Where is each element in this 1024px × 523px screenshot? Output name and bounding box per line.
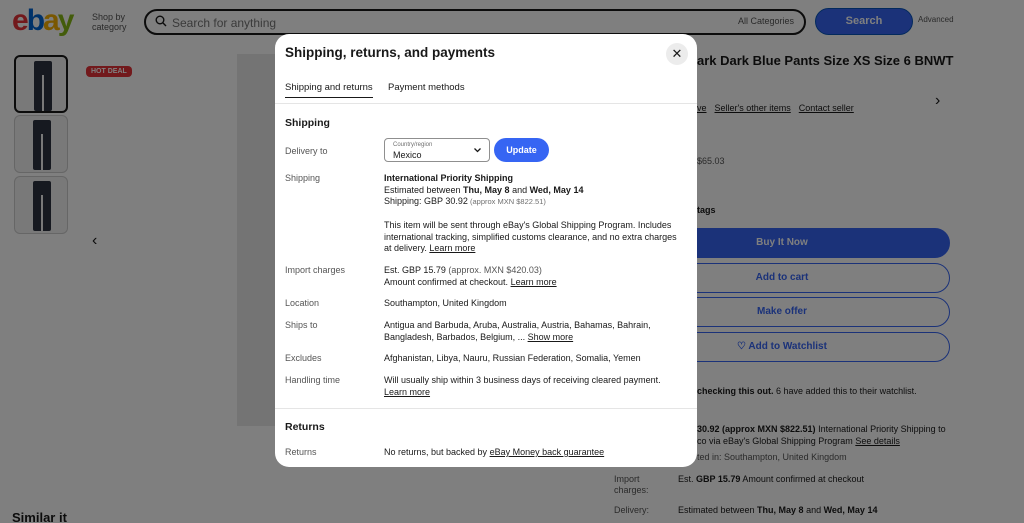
country-select-label: Country/region [393,142,433,148]
tab-shipping-and-returns[interactable]: Shipping and returns [285,82,373,98]
excludes-value: Afghanistan, Libya, Nauru, Russian Feder… [384,353,641,363]
location-label: Location [285,298,320,308]
shipping-heading: Shipping [285,117,330,129]
handling-time-label: Handling time [285,375,341,385]
update-button[interactable]: Update [494,138,549,162]
close-button[interactable]: ✕ [666,43,688,65]
returns-label: Returns [285,447,317,457]
close-icon: ✕ [671,46,683,61]
shipping-service: International Priority Shipping [384,173,514,183]
shipping-modal: Shipping, returns, and payments ✕ Shippi… [275,34,697,467]
learn-more-link[interactable]: Learn more [384,387,430,397]
country-select[interactable]: Country/region Mexico [384,138,490,162]
location-value: Southampton, United Kingdom [384,298,507,308]
handling-time-value: Will usually ship within 3 business days… [384,375,661,397]
ships-to-label: Ships to [285,320,318,330]
import-charges-details: Est. GBP 15.79 (approx. MXN $420.03) Amo… [384,265,557,287]
section-divider [275,408,697,409]
excludes-label: Excludes [285,353,322,363]
global-shipping-note: This item will be sent through eBay's Gl… [384,220,677,253]
chevron-down-icon [474,148,481,153]
tab-payment-methods[interactable]: Payment methods [388,82,465,97]
import-charges-label: Import charges [285,265,346,275]
returns-heading: Returns [285,421,325,433]
learn-more-link[interactable]: Learn more [511,277,557,287]
delivery-to-label: Delivery to [285,146,328,156]
ships-to-value: Antigua and Barbuda, Aruba, Australia, A… [384,320,651,342]
shipping-label: Shipping [285,173,321,183]
learn-more-link[interactable]: Learn more [429,243,475,253]
show-more-link[interactable]: Show more [528,332,574,342]
money-back-guarantee-link[interactable]: eBay Money back guarantee [490,447,605,457]
tab-divider [275,103,697,104]
country-select-value: Mexico [393,150,422,160]
modal-title: Shipping, returns, and payments [285,45,496,60]
returns-value: No returns, but backed by eBay Money bac… [384,447,605,457]
shipping-details: International Priority Shipping Estimate… [384,173,584,206]
